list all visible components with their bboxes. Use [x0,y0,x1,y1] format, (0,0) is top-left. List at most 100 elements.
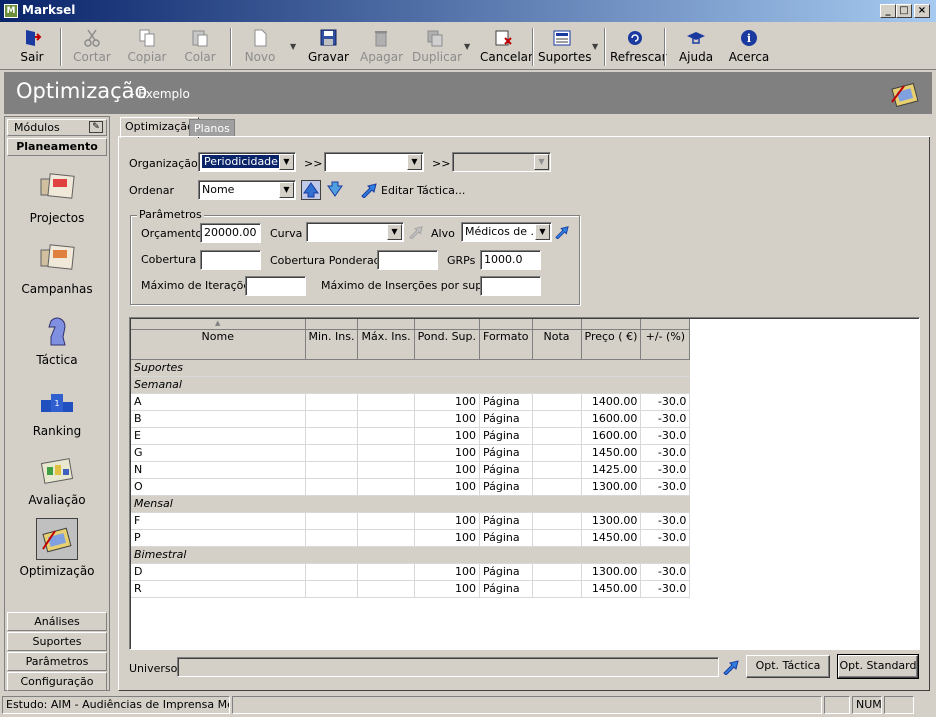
column-header-nome[interactable]: Nome [131,329,306,360]
cell-min-ins[interactable] [305,580,359,598]
cell-preco[interactable]: 1600.00 [581,427,642,445]
cell-max-ins[interactable] [357,444,415,462]
suportes-grid[interactable]: ▲ Nome Min. Ins. Máx. Ins. Pond. Sup. Fo… [129,317,920,650]
maximize-button[interactable]: □ [896,4,912,18]
table-row[interactable]: A 100 Página 1400.00 -30.0 [131,393,691,411]
cell-nota[interactable] [532,580,582,598]
cell-pond-sup[interactable]: 100 [414,478,481,496]
opt-tactica-button[interactable]: Opt. Táctica [746,655,830,678]
cell-nome[interactable]: F [131,512,306,530]
cell-min-ins[interactable] [305,529,359,547]
cell-variacao[interactable]: -30.0 [640,461,691,479]
cell-formato[interactable]: Página [479,393,533,411]
group-row[interactable]: Mensal [131,495,690,513]
max-insercoes-field[interactable] [480,276,541,296]
grps-field[interactable]: 1000.0 [480,250,541,270]
orcamento-field[interactable]: 20000.00 [200,223,261,243]
column-header-nota[interactable]: Nota [532,329,582,360]
cell-formato[interactable]: Página [479,529,533,547]
cell-preco[interactable]: 1450.00 [581,444,642,462]
ordenar-select[interactable]: Nome ▼ [198,180,296,200]
cell-preco[interactable]: 1600.00 [581,410,642,428]
cell-max-ins[interactable] [357,461,415,479]
cell-nome[interactable]: P [131,529,306,547]
cell-nota[interactable] [532,410,582,428]
cell-preco[interactable]: 1450.00 [581,529,642,547]
chevron-down-icon[interactable]: ▼ [535,224,550,240]
cell-pond-sup[interactable]: 100 [414,410,481,428]
cell-max-ins[interactable] [357,563,415,581]
sidebar-item-ranking[interactable]: 1 Ranking [7,384,107,438]
sidebar-item-tactica[interactable]: Táctica [7,313,107,367]
cancelar-button[interactable]: Cancelar [480,26,533,68]
cell-min-ins[interactable] [305,478,359,496]
chevron-down-icon[interactable]: ▼ [279,154,294,170]
table-row[interactable]: D 100 Página 1300.00 -30.0 [131,563,691,581]
cell-min-ins[interactable] [305,512,359,530]
cobertura-field[interactable] [200,250,261,270]
chevron-down-icon[interactable]: ▼ [279,182,294,198]
opt-standard-button[interactable]: Opt. Standard [837,654,919,679]
max-iteracoes-field[interactable] [245,276,306,296]
cell-nota[interactable] [532,393,582,411]
universo-field[interactable] [177,657,719,677]
cell-nome[interactable]: D [131,563,306,581]
cell-max-ins[interactable] [357,580,415,598]
sidebar-item-projectos[interactable]: Projectos [7,171,107,225]
organizacao-select[interactable]: Periodicidade ▼ [198,152,296,172]
table-row[interactable]: G 100 Página 1450.00 -30.0 [131,444,691,462]
cell-nome[interactable]: E [131,427,306,445]
cell-variacao[interactable]: -30.0 [640,393,691,411]
cell-nota[interactable] [532,529,582,547]
table-row[interactable]: P 100 Página 1450.00 -30.0 [131,529,691,547]
cell-preco[interactable]: 1300.00 [581,512,642,530]
pin-icon[interactable]: ✎ [89,121,103,133]
cell-nota[interactable] [532,478,582,496]
sort-descending-button[interactable] [325,180,345,200]
cell-nota[interactable] [532,512,582,530]
tab-optimizacao[interactable]: Optimização [120,117,199,138]
table-row[interactable]: N 100 Página 1425.00 -30.0 [131,461,691,479]
colar-button[interactable]: Colar [182,26,218,68]
cell-variacao[interactable]: -30.0 [640,529,691,547]
cell-preco[interactable]: 1425.00 [581,461,642,479]
cell-preco[interactable]: 1450.00 [581,580,642,598]
cell-max-ins[interactable] [357,393,415,411]
cell-nome[interactable]: G [131,444,306,462]
cell-pond-sup[interactable]: 100 [414,512,481,530]
apagar-button[interactable]: Apagar [360,26,403,68]
group-row[interactable]: Semanal [131,376,690,394]
chevron-down-icon[interactable]: ▼ [387,224,402,240]
cell-variacao[interactable]: -30.0 [640,563,691,581]
novo-button[interactable]: Novo [242,26,278,68]
chevron-down-icon[interactable]: ▼ [407,154,422,170]
modules-header[interactable]: Módulos ✎ [7,119,107,136]
cell-min-ins[interactable] [305,461,359,479]
sidebar-parametros-button[interactable]: Parâmetros [7,652,107,671]
acerca-button[interactable]: i Acerca [728,26,770,68]
sidebar-item-avaliacao[interactable]: Avaliação [7,453,107,507]
cell-min-ins[interactable] [305,563,359,581]
sidebar-item-campanhas[interactable]: Campanhas [7,242,107,296]
table-row[interactable]: B 100 Página 1600.00 -30.0 [131,410,691,428]
novo-dropdown-icon[interactable]: ▼ [290,42,296,51]
column-header-variacao[interactable]: +/- (%) [640,329,691,360]
cell-preco[interactable]: 1300.00 [581,563,642,581]
cell-nota[interactable] [532,563,582,581]
cell-formato[interactable]: Página [479,512,533,530]
cell-pond-sup[interactable]: 100 [414,427,481,445]
group-row[interactable]: Suportes [131,359,690,377]
group-row[interactable]: Bimestral [131,546,690,564]
suportes-dropdown-icon[interactable]: ▼ [592,42,598,51]
cell-min-ins[interactable] [305,444,359,462]
edit-arrow-icon[interactable] [360,182,378,198]
close-button[interactable]: × [914,4,930,18]
sort-indicator-icon[interactable]: ▲ [131,319,306,330]
cortar-button[interactable]: Cortar [72,26,112,68]
cell-formato[interactable]: Página [479,461,533,479]
cell-variacao[interactable]: -30.0 [640,427,691,445]
cell-min-ins[interactable] [305,410,359,428]
cell-preco[interactable]: 1400.00 [581,393,642,411]
curva-select[interactable]: ▼ [306,222,404,242]
copiar-button[interactable]: Copiar [126,26,168,68]
